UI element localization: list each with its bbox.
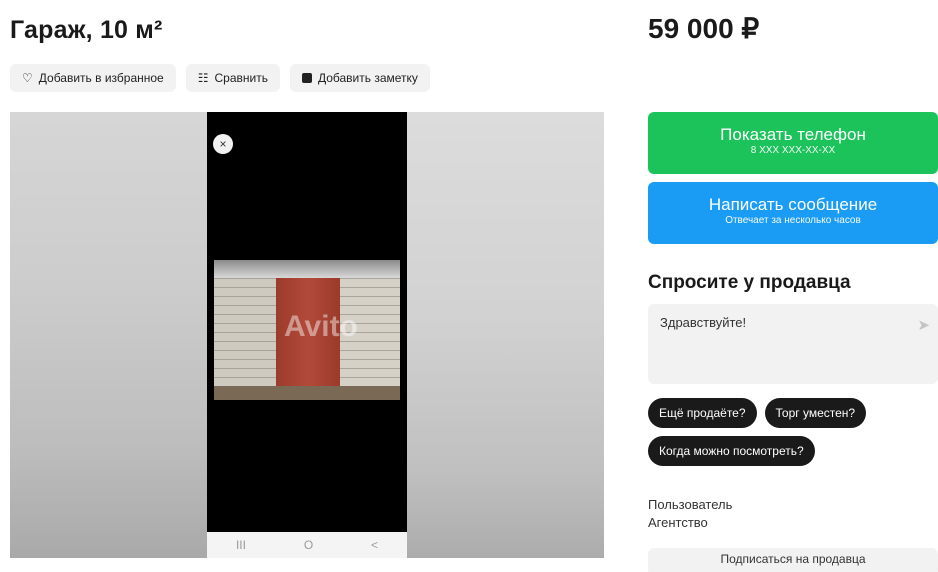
garage-photo[interactable]: Avito: [214, 260, 400, 400]
write-message-button[interactable]: Написать сообщение Отвечает за несколько…: [648, 182, 938, 244]
show-phone-label: Показать телефон: [720, 125, 866, 144]
ask-seller-title: Спросите у продавца: [648, 272, 851, 293]
gallery-blur-right: [407, 112, 604, 558]
photo-roof: [214, 260, 400, 278]
gallery-blur-left: [10, 112, 207, 558]
heart-icon: ♡: [22, 71, 33, 85]
listing-title: Гараж, 10 м²: [10, 16, 163, 44]
nav-home-icon: O: [303, 538, 314, 552]
note-icon: [301, 73, 312, 83]
show-phone-button[interactable]: Показать телефон 8 XXX XXX-XX-XX: [648, 112, 938, 174]
quick-question-chip[interactable]: Ещё продаёте?: [648, 398, 757, 428]
close-icon[interactable]: ×: [213, 134, 233, 154]
photo-ground: [214, 386, 400, 400]
phone-masked-number: 8 XXX XXX-XX-XX: [750, 145, 836, 156]
add-note-label: Добавить заметку: [317, 71, 418, 85]
add-note-button[interactable]: Добавить заметку: [289, 64, 430, 92]
add-to-favorites-label: Добавить в избранное: [38, 71, 164, 85]
phone-nav-bar: III O <: [207, 532, 407, 558]
send-icon[interactable]: ➤: [917, 316, 930, 334]
seller-name[interactable]: Пользователь: [648, 496, 732, 514]
nav-back-icon: <: [371, 538, 379, 552]
photo-watermark: Avito: [284, 310, 358, 343]
phone-screenshot: × Avito III O <: [207, 112, 407, 558]
compare-button[interactable]: ☷ Сравнить: [185, 64, 280, 92]
compare-icon: ☷: [197, 71, 209, 85]
quick-question-chip[interactable]: Торг уместен?: [764, 398, 867, 428]
listing-price: 59 000 ₽: [648, 13, 760, 44]
quick-question-chip[interactable]: Когда можно посмотреть?: [648, 436, 815, 466]
write-message-label: Написать сообщение: [708, 195, 878, 214]
photo-gallery[interactable]: × Avito III O <: [10, 112, 604, 558]
listing-actions: ♡ Добавить в избранное ☷ Сравнить Добави…: [10, 64, 430, 92]
response-time-note: Отвечает за несколько часов: [725, 215, 861, 226]
seller-info: Пользователь Агентство: [648, 496, 732, 532]
add-to-favorites-button[interactable]: ♡ Добавить в избранное: [10, 64, 176, 92]
compare-label: Сравнить: [214, 71, 268, 85]
subscribe-button[interactable]: Подписаться на продавца: [648, 548, 938, 572]
message-input-value: Здравствуйте!: [660, 315, 747, 330]
message-input[interactable]: Здравствуйте! ➤: [648, 304, 938, 384]
seller-type: Агентство: [648, 515, 708, 530]
quick-questions: Ещё продаёте? Торг уместен? Когда можно …: [648, 398, 938, 466]
photo-brick-wall-left: [214, 278, 276, 386]
nav-recent-icon: III: [235, 538, 246, 552]
